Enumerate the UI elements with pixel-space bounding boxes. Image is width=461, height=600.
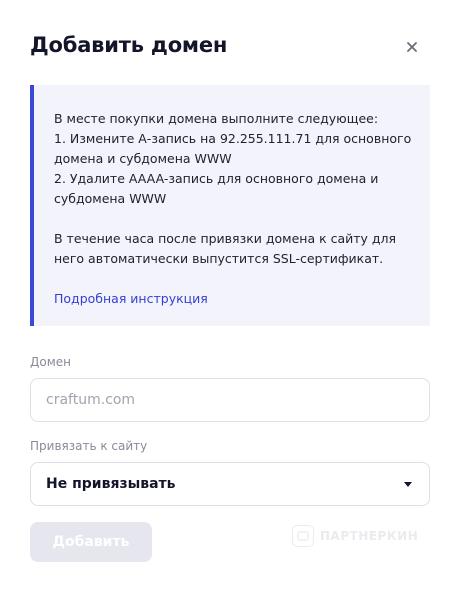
add-domain-dialog: Добавить домен В месте покупки домена вы…: [0, 0, 461, 600]
domain-label: Домен: [30, 355, 71, 369]
chevron-down-icon: [404, 481, 412, 487]
site-select[interactable]: Не привязывать: [30, 462, 430, 506]
watermark-logo-icon: [292, 525, 314, 547]
dialog-title: Добавить домен: [30, 33, 228, 57]
watermark: ПАРТНЕРКИН: [292, 524, 418, 548]
domain-input[interactable]: [30, 378, 430, 422]
instructions-panel: В месте покупки домена выполните следующ…: [30, 85, 430, 326]
watermark-text: ПАРТНЕРКИН: [320, 529, 419, 543]
site-select-value: Не привязывать: [46, 476, 176, 492]
add-button[interactable]: Добавить: [30, 522, 152, 562]
instructions-step-2: 2. Удалите AAAA-запись для основного дом…: [54, 171, 379, 206]
site-select-label: Привязать к сайту: [30, 439, 148, 453]
detailed-instructions-link[interactable]: Подробная инструкция: [54, 289, 208, 309]
ssl-note: В течение часа после привязки домена к с…: [54, 231, 397, 266]
instructions-intro: В месте покупки домена выполните следующ…: [54, 111, 379, 126]
close-icon[interactable]: [403, 38, 421, 56]
instructions-step-1: 1. Измените А-запись на 92.255.111.71 дл…: [54, 131, 412, 166]
